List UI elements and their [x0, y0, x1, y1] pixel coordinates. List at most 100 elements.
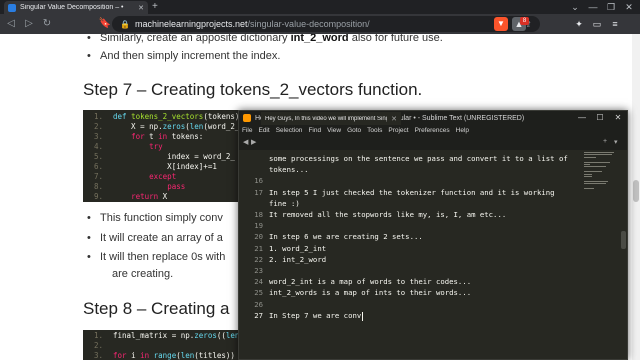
- code-line: 8. pass: [83, 182, 185, 192]
- url-path: /singular-value-decomposition/: [247, 19, 370, 29]
- sublime-logo-icon: [243, 114, 251, 122]
- code-token: i: [131, 351, 141, 360]
- minimap-line: [584, 152, 614, 153]
- brave-shield-icon[interactable]: ▼: [494, 17, 508, 31]
- lock-icon[interactable]: 🔒: [120, 20, 130, 29]
- forward-arrow-icon[interactable]: ▷: [22, 16, 36, 32]
- bullet-item: It will then replace 0s with: [87, 251, 225, 263]
- menu-find[interactable]: Find: [308, 125, 321, 136]
- editor-line-number: 25: [254, 288, 263, 298]
- step7-heading: Step 7 – Creating tokens_2_vectors funct…: [83, 80, 423, 99]
- reload-icon[interactable]: ↻: [40, 16, 54, 32]
- menu-edit[interactable]: Edit: [258, 125, 269, 136]
- minimap-line: [584, 156, 596, 158]
- editor-line-text: 1. word_2_int: [269, 243, 327, 253]
- tab-scroll-left-icon[interactable]: ◀: [243, 138, 248, 146]
- code-line: 2.: [83, 341, 113, 351]
- minimap-line: [584, 154, 612, 156]
- sublime-editor[interactable]: some processings on the sentence we pass…: [239, 152, 584, 359]
- code-line: 5. index = word_2_: [83, 152, 235, 162]
- address-bar[interactable]: 🔒 machinelearningprojects.net /singular-…: [112, 16, 540, 32]
- menu-goto[interactable]: Goto: [347, 125, 361, 136]
- editor-line-text: tokens...: [269, 165, 309, 175]
- sublime-file-tab[interactable]: Hey Guys, In this video we will implemen…: [261, 112, 401, 125]
- code-line-number: 7.: [93, 172, 103, 181]
- code-token: in: [140, 351, 154, 360]
- editor-line-number: 27: [254, 310, 263, 320]
- step8-code-block: 1.final_matrix = np.zeros((len(2.3.for i…: [83, 330, 243, 360]
- bookmark-icon[interactable]: 🔖: [98, 16, 112, 32]
- tab-add-icon[interactable]: +: [603, 138, 607, 145]
- minimap-line: [584, 171, 602, 173]
- chevron-down-icon[interactable]: ⌄: [566, 0, 584, 14]
- code-token: (word_2_: [203, 122, 240, 131]
- new-tab-button[interactable]: +: [152, 1, 158, 13]
- browser-tab-title: Singular Value Decomposition – •: [20, 4, 124, 11]
- editor-line-text: In step 6 we are creating 2 sets...: [269, 232, 423, 242]
- browser-tab[interactable]: Singular Value Decomposition – • ✕: [4, 1, 148, 14]
- code-token: in: [158, 132, 172, 141]
- tab-list-icon[interactable]: ▾: [614, 138, 618, 146]
- menu-view[interactable]: View: [327, 125, 341, 136]
- menu-project[interactable]: Project: [388, 125, 408, 136]
- close-window-button[interactable]: ✕: [620, 0, 638, 14]
- bullet-item: And then simply increment the index.: [87, 50, 280, 62]
- sublime-window[interactable]: Hey Guys, In this video we will implemen…: [238, 110, 628, 360]
- menu-tools[interactable]: Tools: [367, 125, 382, 136]
- close-tab-icon[interactable]: ✕: [138, 4, 144, 12]
- minimize-button[interactable]: —: [584, 0, 602, 14]
- menu-file[interactable]: File: [242, 125, 252, 136]
- menu-selection[interactable]: Selection: [276, 125, 303, 136]
- editor-line-number: 16: [254, 176, 263, 186]
- bullet-item: Similarly, create an apposite dictionary…: [87, 34, 443, 44]
- code-token: for: [131, 132, 150, 141]
- sidebar-icon[interactable]: ▭: [590, 17, 604, 31]
- code-token: X = np.: [113, 122, 163, 131]
- editor-line-number: 20: [254, 232, 263, 242]
- editor-line-number: 26: [254, 299, 263, 309]
- code-token: final_matrix = np.: [113, 331, 195, 340]
- code-token: X: [162, 192, 168, 201]
- sublime-minimap[interactable]: [584, 152, 620, 192]
- minimap-line: [584, 164, 590, 165]
- sublime-close-button[interactable]: ✕: [609, 111, 627, 125]
- minimap-line: [584, 166, 606, 168]
- page-scrollbar-thumb[interactable]: [633, 180, 639, 202]
- code-token: pass: [167, 182, 186, 191]
- menu-help[interactable]: Help: [456, 125, 469, 136]
- code-line: 7. except: [83, 172, 176, 182]
- minimap-line: [584, 176, 592, 177]
- tab-scroll-right-icon[interactable]: ▶: [251, 138, 256, 146]
- editor-line-number: 18: [254, 210, 263, 219]
- code-token: t: [149, 132, 159, 141]
- minimap-line: [584, 188, 594, 189]
- sublime-scrollbar[interactable]: [620, 152, 627, 359]
- code-token: try: [149, 142, 163, 151]
- menu-icon[interactable]: ≡: [608, 17, 622, 31]
- extensions-icon[interactable]: ✦: [572, 17, 586, 31]
- sublime-minimize-button[interactable]: —: [573, 111, 591, 125]
- menu-preferences[interactable]: Preferences: [415, 125, 450, 136]
- url-host: machinelearningprojects.net: [134, 19, 248, 29]
- editor-line-text: fine :): [269, 198, 300, 208]
- code-token: index = word_2_: [113, 152, 235, 161]
- code-token: len: [180, 351, 195, 360]
- sublime-scrollbar-thumb[interactable]: [621, 231, 626, 249]
- code-line-number: 2.: [93, 122, 103, 131]
- code-token: (titles)): [194, 351, 235, 360]
- code-line-number: 4.: [93, 142, 103, 151]
- editor-line-text: word_2_int is a map of words to their co…: [269, 277, 472, 287]
- minimap-line: [584, 183, 606, 185]
- code-line: 3. for i in range(len(titles)): [83, 351, 235, 360]
- sublime-maximize-button[interactable]: ☐: [591, 111, 609, 125]
- back-arrow-icon[interactable]: ◁: [4, 16, 18, 32]
- code-line: 9. return X: [83, 192, 167, 202]
- close-file-tab-icon[interactable]: ✕: [391, 115, 397, 123]
- restore-button[interactable]: ❐: [602, 0, 620, 14]
- code-token: len: [189, 122, 204, 131]
- bullet-bold-text: int_2_word: [290, 34, 349, 44]
